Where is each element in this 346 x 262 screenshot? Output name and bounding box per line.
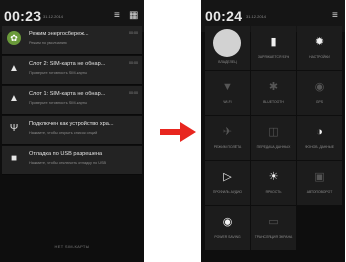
notification-shade-screen: 00:23 31.12.2014 ≡ ▦ ✿ Режим энергосбере…: [0, 0, 144, 262]
tile-airplane[interactable]: ✈ РЕЖИМ ПОЛЁТА: [205, 116, 250, 160]
tile-wifi[interactable]: ▼ WI-FI: [205, 71, 250, 115]
gps-icon: ◉: [314, 81, 325, 93]
quick-settings-grid: ВЛАДЕЛЕЦ ▮ ЗАРЯЖАЕТСЯ 93% ✹ НАСТРОЙКИ ▼ …: [205, 26, 342, 260]
notification-subtitle: Проверьте готовность SIM-карты: [29, 71, 88, 75]
warning-icon: ▲: [9, 63, 19, 74]
notification-title: Отладка по USB разрешена: [29, 151, 103, 157]
notification-sim2[interactable]: ▲ Слот 2: SIM-карта не обнар... Проверьт…: [2, 56, 142, 85]
notification-time: 00:00: [129, 61, 138, 65]
tile-label: BLUETOOTH: [263, 100, 284, 104]
tile-label: WI-FI: [223, 100, 232, 104]
tile-label: РЕЖИМ ПОЛЁТА: [213, 145, 242, 149]
notification-title: Слот 2: SIM-карта не обнар...: [29, 61, 106, 67]
tile-label: ПРОФИЛЬ АУДИО: [212, 190, 243, 194]
tile-rotation[interactable]: ▣ АВТОПОВОРОТ: [297, 161, 342, 205]
quick-settings-toggle-icon[interactable]: ▦: [129, 11, 138, 21]
avatar-icon: [213, 29, 241, 57]
status-date: 31.12.2014: [246, 14, 267, 19]
bug-icon: ■: [10, 153, 18, 164]
status-date: 31.12.2014: [43, 14, 64, 19]
leaf-icon: ✿: [7, 31, 21, 45]
tile-gps[interactable]: ◉ GPS: [297, 71, 342, 115]
no-sim-label: НЕТ SIM-КАРТЫ: [54, 244, 90, 249]
tile-label: ПЕРЕДАЧА ДАННЫХ: [256, 145, 291, 149]
usb-icon: Ψ: [9, 123, 19, 134]
tile-battery[interactable]: ▮ ЗАРЯЖАЕТСЯ 93%: [251, 26, 296, 70]
brightness-icon: ☀: [268, 171, 279, 183]
cast-icon: ▭: [268, 216, 279, 228]
tile-label: ФОНОВ. ДАННЫЕ: [304, 145, 335, 149]
airplane-icon: ✈: [222, 126, 233, 138]
tile-label: АВТОПОВОРОТ: [306, 190, 333, 194]
warning-icon: ▲: [9, 93, 19, 104]
tile-cast[interactable]: ▭ ТРАНСЛЯЦИЯ ЭКРАНА: [251, 206, 296, 250]
tile-label: ТРАНСЛЯЦИЯ ЭКРАНА: [254, 235, 293, 239]
sync-icon: ◑: [316, 126, 323, 138]
data-icon: ◫: [268, 126, 279, 138]
notification-subtitle: Проверьте готовность SIM-карты: [29, 101, 88, 105]
notification-title: Слот 1: SIM-карта не обнар...: [29, 91, 106, 97]
notification-subtitle: Нажмите, чтобы открыть список опций: [29, 131, 98, 135]
notification-title: Режим энергосбереж...: [29, 31, 89, 37]
tile-sound[interactable]: ▷ ПРОФИЛЬ АУДИО: [205, 161, 250, 205]
notification-usb-debugging[interactable]: ■ Отладка по USB разрешена Нажмите, чтоб…: [2, 146, 142, 175]
notification-title: Подключен как устройство хра...: [29, 121, 114, 127]
tile-bluetooth[interactable]: ✱ BLUETOOTH: [251, 71, 296, 115]
battery-icon: ▮: [270, 36, 277, 48]
tile-label: ЯРКОСТЬ: [265, 190, 282, 194]
tile-settings[interactable]: ✹ НАСТРОЙКИ: [297, 26, 342, 70]
status-clock: 00:24: [205, 8, 243, 24]
tile-mobile-data[interactable]: ◫ ПЕРЕДАЧА ДАННЫХ: [251, 116, 296, 160]
volume-icon: ▷: [223, 171, 232, 183]
gear-icon: ✹: [314, 36, 325, 48]
notification-time: 00:00: [129, 91, 138, 95]
tile-brightness[interactable]: ☀ ЯРКОСТЬ: [251, 161, 296, 205]
rotation-icon: ▣: [314, 171, 325, 183]
tile-power-saving[interactable]: ◉ POWER SAVING: [205, 206, 250, 250]
tile-sync[interactable]: ◑ ФОНОВ. ДАННЫЕ: [297, 116, 342, 160]
wifi-icon: ▼: [222, 81, 233, 93]
tile-label: НАСТРОЙКИ: [309, 55, 330, 59]
status-clock: 00:23: [4, 8, 42, 24]
tile-label: ВЛАДЕЛЕЦ: [218, 60, 237, 64]
quick-settings-screen: 00:24 31.12.2014 ≡ ВЛАДЕЛЕЦ ▮ ЗАРЯЖАЕТСЯ…: [201, 0, 345, 262]
tile-label: POWER SAVING: [214, 235, 241, 239]
notifications-toggle-icon[interactable]: ≡: [332, 11, 338, 21]
clear-all-icon[interactable]: ≡: [114, 11, 120, 21]
notification-subtitle: Режим по умолчанию: [29, 41, 67, 45]
notification-sim1[interactable]: ▲ Слот 1: SIM-карта не обнар... Проверьт…: [2, 86, 142, 115]
tile-label: GPS: [315, 100, 324, 104]
notification-power-saving[interactable]: ✿ Режим энергосбереж... Режим по умолчан…: [2, 26, 142, 55]
power-saving-icon: ◉: [222, 216, 233, 228]
tile-label: ЗАРЯЖАЕТСЯ 93%: [257, 55, 290, 59]
transition-arrow-icon: [160, 122, 196, 142]
notification-usb-storage[interactable]: Ψ Подключен как устройство хра... Нажмит…: [2, 116, 142, 145]
notification-subtitle: Нажмите, чтобы отключить отладку по USB: [29, 161, 107, 165]
tile-owner[interactable]: ВЛАДЕЛЕЦ: [205, 26, 250, 70]
notification-time: 00:00: [129, 31, 138, 35]
bluetooth-icon: ✱: [268, 81, 279, 93]
